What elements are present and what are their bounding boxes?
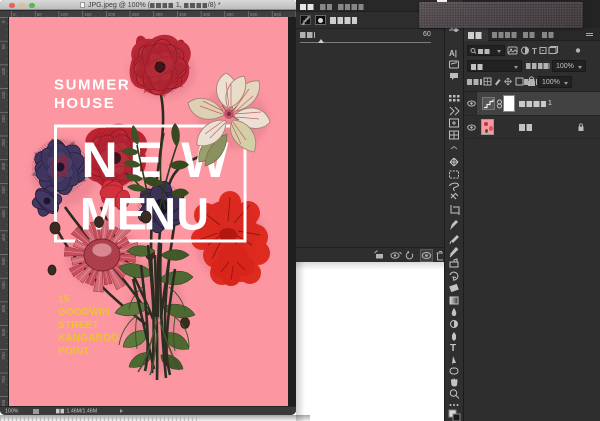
svg-text:STREET: STREET [58,320,99,331]
svg-text:A|: A| [449,49,457,58]
svg-text:200: 200 [1,115,6,123]
svg-text:50: 50 [1,44,6,50]
svg-text:100: 100 [1,67,6,75]
svg-text:15: 15 [58,294,70,305]
svg-text:HOUSE: HOUSE [54,95,115,112]
svg-text:700: 700 [1,352,6,360]
svg-text:500: 500 [1,257,6,265]
svg-text:150: 150 [1,91,6,99]
svg-text:T: T [532,47,537,56]
svg-text:300: 300 [1,162,6,170]
svg-text:650: 650 [1,328,6,336]
svg-text:600: 600 [1,304,6,312]
svg-text:T: T [450,343,456,354]
svg-text:400: 400 [1,210,6,218]
svg-text:POINT: POINT [58,346,90,357]
svg-text:U: U [177,189,210,240]
svg-text:GOODWIN: GOODWIN [58,307,109,318]
svg-text:750: 750 [1,376,6,384]
svg-text:0: 0 [1,20,6,23]
svg-text:550: 550 [1,281,6,289]
svg-text:800: 800 [1,399,6,406]
svg-text:KANGAROO: KANGAROO [58,333,119,344]
svg-text:450: 450 [1,233,6,241]
svg-text:250: 250 [1,139,6,147]
svg-text:M: M [80,189,118,240]
svg-text:SUMMER: SUMMER [54,77,130,94]
svg-text:350: 350 [1,186,6,194]
svg-text:N: N [82,132,118,188]
